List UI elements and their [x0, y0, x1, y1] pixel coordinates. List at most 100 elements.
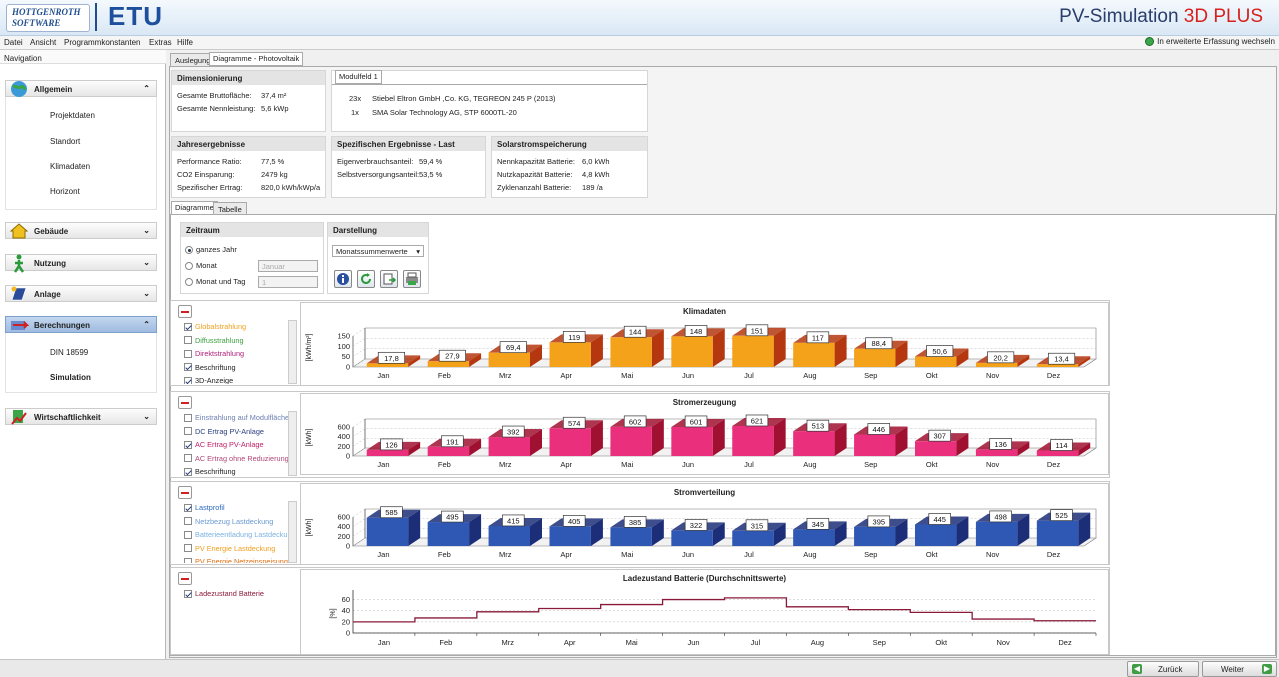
tab-diagramme[interactable]: Diagramme	[171, 201, 218, 215]
checkbox[interactable]	[184, 336, 192, 345]
nav-panel-allgemein: Projektdaten Standort Klimadaten Horizon…	[5, 97, 157, 210]
nav-item-klimadaten[interactable]: Klimadaten	[50, 162, 90, 171]
nav-item-standort[interactable]: Standort	[50, 137, 80, 146]
export-button[interactable]	[380, 270, 398, 288]
checkbox[interactable]	[184, 503, 192, 512]
nav-section-label: Nutzung	[34, 259, 66, 268]
x-tick-label: Okt	[926, 550, 939, 559]
legend-scrollbar[interactable]	[288, 411, 297, 476]
nav-item-horizont[interactable]: Horizont	[50, 187, 80, 196]
chart-block: Ladezustand Batterie Ladezustand Batterie…	[170, 567, 1110, 655]
checkbox[interactable]	[184, 363, 192, 372]
chart-panel: Ladezustand Batterie (Durchschnittswerte…	[300, 569, 1109, 655]
collapse-button[interactable]	[178, 572, 192, 585]
legend-item[interactable]: AC Ertrag ohne Reduzierung	[184, 452, 296, 466]
legend-item[interactable]: Beschriftung	[184, 465, 296, 476]
nav-item-projektdaten[interactable]: Projektdaten	[50, 111, 95, 120]
menu-datei[interactable]: Datei	[4, 38, 23, 47]
legend-item[interactable]: Netzbezug Lastdeckung	[184, 515, 296, 529]
legend-item[interactable]: Ladezustand Batterie	[184, 587, 296, 601]
checkbox[interactable]	[184, 467, 192, 476]
inverter-name: SMA Solar Technology AG, STP 6000TL-20	[372, 108, 517, 117]
info-button[interactable]	[334, 270, 352, 288]
chart-svg: 0200400600 [kWh] 126 Jan 191 Feb 392 Mrz 574 Apr 6…	[306, 414, 1097, 469]
bar-front	[854, 526, 896, 546]
legend-scrollbar[interactable]	[288, 501, 297, 563]
bar-front	[488, 352, 531, 367]
collapse-button[interactable]	[178, 396, 192, 409]
checkbox[interactable]	[184, 557, 192, 563]
print-button[interactable]	[403, 270, 421, 288]
checkbox[interactable]	[184, 376, 192, 384]
bar-front	[366, 363, 409, 367]
y-tick-label: 0	[346, 363, 350, 372]
bar-front	[854, 434, 896, 456]
checkbox[interactable]	[184, 517, 192, 526]
checkbox[interactable]	[184, 454, 192, 463]
checkbox[interactable]	[184, 427, 192, 436]
legend-item[interactable]: Globalstrahlung	[184, 320, 296, 334]
card-title: Jahresergebnisse	[172, 137, 325, 151]
radio-monat-und-tag[interactable]: Monat und Tag	[185, 277, 246, 287]
panel-title: Darstellung	[328, 223, 428, 237]
legend-item[interactable]: Batterieentladung Lastdeckung	[184, 528, 296, 542]
refresh-button[interactable]	[357, 270, 375, 288]
y-axis-label: [%]	[330, 608, 337, 618]
radio-monat[interactable]: Monat	[185, 261, 217, 271]
bar-front	[427, 446, 470, 456]
legend-item[interactable]: Diffusstrahlung	[184, 334, 296, 348]
collapse-button[interactable]	[178, 486, 192, 499]
nav-item-simulation[interactable]: Simulation	[50, 373, 91, 382]
nav-section-nutzung[interactable]: Nutzung ⌄	[5, 254, 157, 273]
data-label: 495	[446, 513, 459, 522]
tab-modulfeld-1[interactable]: Modulfeld 1	[335, 70, 382, 84]
checkbox[interactable]	[184, 349, 192, 358]
collapse-button[interactable]	[178, 305, 192, 318]
y-tick-label: 0	[346, 542, 350, 551]
legend-item[interactable]: AC Ertrag PV-Anlage	[184, 438, 296, 452]
bar-front	[732, 530, 774, 546]
day-input[interactable]: 1	[258, 276, 318, 288]
chevron-down-icon: ⌄	[143, 412, 150, 421]
menu-ansicht[interactable]: Ansicht	[30, 38, 56, 47]
nav-section-wirtschaftlichkeit[interactable]: Wirtschaftlichkeit ⌄	[5, 408, 157, 425]
y-tick-label: 20	[342, 617, 350, 626]
checkbox[interactable]	[184, 440, 192, 449]
checkbox[interactable]	[184, 322, 192, 331]
checkbox[interactable]	[184, 413, 192, 422]
legend-item[interactable]: Direktstrahlung	[184, 347, 296, 361]
nav-section-allgemein[interactable]: Allgemein ⌃	[5, 80, 157, 97]
nav-section-berechnungen[interactable]: Berechnungen ⌃	[5, 316, 157, 333]
tab-diagramme-photovoltaik[interactable]: Diagramme - Photovoltaik	[209, 52, 304, 66]
bar-front	[1036, 520, 1079, 546]
checkbox[interactable]	[184, 530, 192, 539]
legend-item[interactable]: Lastprofil	[184, 501, 296, 515]
legend-item[interactable]: Einstrahlung auf Modulfläche	[184, 411, 296, 425]
month-select[interactable]: Januar	[258, 260, 318, 272]
data-label: 392	[507, 428, 520, 437]
bar-front	[914, 356, 957, 367]
nav-section-anlage[interactable]: Anlage ⌄	[5, 285, 157, 302]
radio-ganzes-jahr[interactable]: ganzes Jahr	[185, 245, 237, 255]
extended-mode-link[interactable]: In erweiterte Erfassung wechseln	[1145, 37, 1275, 46]
legend-item[interactable]: Beschriftung	[184, 361, 296, 375]
checkbox[interactable]	[184, 589, 192, 598]
data-label: 17,8	[384, 354, 399, 363]
legend-item[interactable]: DC Ertrag PV-Anlage	[184, 425, 296, 439]
legend-scrollbar[interactable]	[288, 320, 297, 384]
next-button[interactable]: Weiter ▶	[1202, 661, 1277, 677]
checkbox[interactable]	[184, 544, 192, 553]
menu-hilfe[interactable]: Hilfe	[177, 38, 193, 47]
kv-value: 2479 kg	[261, 170, 288, 179]
menu-programmkonstanten[interactable]: Programmkonstanten	[64, 38, 140, 47]
radio-label: Monat und Tag	[196, 277, 246, 286]
menu-extras[interactable]: Extras	[149, 38, 172, 47]
legend-item[interactable]: PV Energie Lastdeckung	[184, 542, 296, 556]
nav-item-din-18599[interactable]: DIN 18599	[50, 348, 88, 357]
nav-section-gebaeude[interactable]: Gebäude ⌄	[5, 222, 157, 239]
darstellung-select[interactable]: Monatssummenwerte ▾	[332, 245, 424, 257]
chevron-up-icon: ⌃	[143, 320, 150, 329]
legend-item[interactable]: 3D-Anzeige	[184, 374, 296, 384]
legend-item[interactable]: PV Energie Netzeinspeisung	[184, 555, 296, 563]
back-button[interactable]: ◀ Zurück	[1127, 661, 1199, 677]
